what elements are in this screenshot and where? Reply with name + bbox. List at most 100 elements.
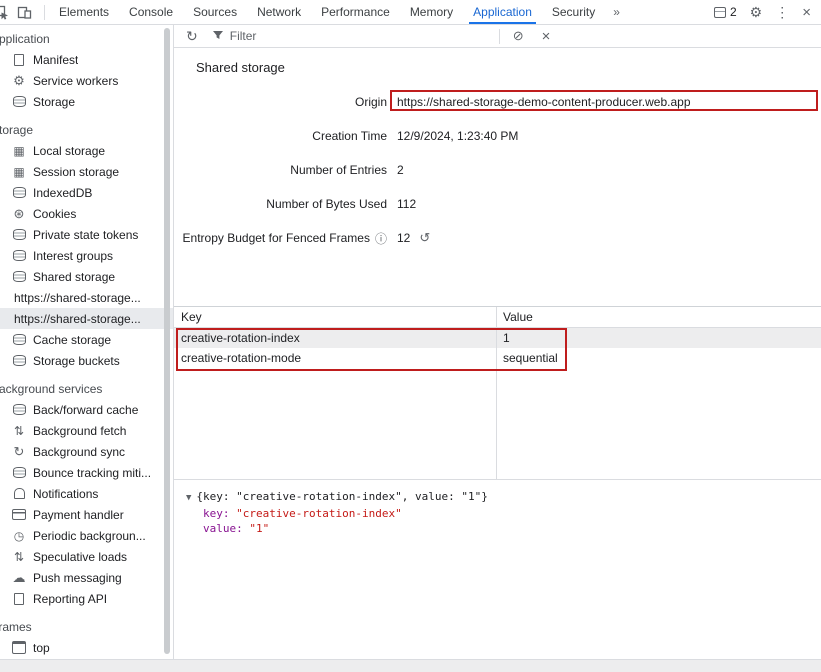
database-icon [12,187,26,198]
panel-title: Shared storage [196,60,285,75]
sidebar-item-background-sync[interactable]: ↻ Background sync [0,441,173,462]
cell-value: 1 [496,331,821,345]
bottom-scroll-strip [0,659,821,672]
column-header-key[interactable]: Key [174,310,496,324]
property-value: "1" [249,522,269,535]
sidebar-scrollbar[interactable] [164,28,170,654]
delete-all-icon[interactable]: ⊘ [513,28,524,44]
sidebar-item-interest-groups[interactable]: Interest groups [0,245,173,266]
sidebar-item-shared-storage-origin-1[interactable]: https://shared-storage... [0,287,173,308]
sidebar-item-cache-storage[interactable]: Cache storage [0,329,173,350]
console-messages-badge[interactable]: 2 [714,5,737,19]
service-workers-gear-icon: ⚙ [12,74,26,87]
sidebar-item-storage-buckets[interactable]: Storage buckets [0,350,173,371]
info-icon[interactable]: ⓘ [375,230,387,247]
sidebar-item-indexeddb[interactable]: IndexedDB [0,182,173,203]
sidebar-item-reporting-api[interactable]: Reporting API [0,588,173,609]
tab-label: Console [129,5,173,19]
refresh-icon[interactable]: ↻ [186,28,198,45]
item-label: https://shared-storage... [14,312,141,326]
item-label: https://shared-storage... [14,291,141,305]
item-label: Reporting API [33,592,107,606]
sidebar-item-payment-handler[interactable]: Payment handler [0,504,173,525]
field-label: Origin [355,95,387,109]
kebab-menu-icon[interactable]: ⋮ [775,4,789,21]
sidebar-item-periodic-background-sync[interactable]: ◷ Periodic backgroun... [0,525,173,546]
sidebar-item-shared-storage[interactable]: Shared storage [0,266,173,287]
device-toolbar-icon[interactable] [17,5,32,20]
sidebar-item-storage[interactable]: Storage [0,91,173,112]
filter-funnel-icon [212,29,224,44]
tab-console[interactable]: Console [119,0,183,24]
table-row[interactable]: creative-rotation-mode sequential [174,348,821,368]
field-row-origin: Origin https://shared-storage-demo-conte… [174,85,821,119]
tab-network[interactable]: Network [247,0,311,24]
field-label: Entropy Budget for Fenced Frames [183,231,370,245]
sidebar-item-notifications[interactable]: Notifications [0,483,173,504]
settings-gear-icon[interactable]: ⚙ [750,4,763,21]
tab-sources[interactable]: Sources [183,0,247,24]
sidebar-item-service-workers[interactable]: ⚙ Service workers [0,70,173,91]
item-label: Speculative loads [33,550,127,564]
tab-memory[interactable]: Memory [400,0,463,24]
property-name: value: [203,522,243,535]
sidebar-item-push-messaging[interactable]: ☁ Push messaging [0,567,173,588]
section-title-background-services: Background services [0,378,173,399]
database-icon [12,96,26,107]
filter-input[interactable] [230,29,495,43]
sidebar-item-cookies[interactable]: ⊛ Cookies [0,203,173,224]
sidebar-item-top-frame[interactable]: top [0,637,173,658]
sidebar-item-private-state-tokens[interactable]: Private state tokens [0,224,173,245]
disclosure-triangle-icon[interactable]: ▼ [186,493,191,503]
field-row-number-of-entries: Number of Entries 2 [174,153,821,187]
application-sidebar: Application Manifest ⚙ Service workers S… [0,25,174,659]
filter-box[interactable] [212,29,495,44]
table-row[interactable]: creative-rotation-index 1 [174,328,821,348]
metadata-fields: Origin https://shared-storage-demo-conte… [174,85,821,255]
field-label: Number of Bytes Used [266,197,387,211]
sidebar-item-shared-storage-origin-2-selected[interactable]: https://shared-storage... [0,308,173,329]
tabbar-left-icons [0,0,49,24]
item-label: Background sync [33,445,125,459]
tab-security[interactable]: Security [542,0,605,24]
item-label: Cache storage [33,333,111,347]
sidebar-item-local-storage[interactable]: ▦ Local storage [0,140,173,161]
column-header-value[interactable]: Value [496,310,821,324]
reset-budget-icon[interactable]: ↺ [419,230,430,246]
sidebar-item-session-storage[interactable]: ▦ Session storage [0,161,173,182]
table-header-row: Key Value [174,307,821,328]
column-divider[interactable] [496,307,497,479]
creation-time-value: 12/9/2024, 1:23:40 PM [397,129,518,143]
delete-selected-icon[interactable]: × [542,28,551,45]
section-title-application: Application [0,28,173,49]
close-devtools-icon[interactable]: × [802,4,811,21]
section-title-storage: Storage [0,119,173,140]
clock-icon: ◷ [12,530,26,542]
item-label: IndexedDB [33,186,92,200]
preview-pane: ▼{key: "creative-rotation-index", value:… [174,479,821,659]
section-storage: Storage ▦ Local storage ▦ Session storag… [0,119,173,371]
field-row-entropy-budget: Entropy Budget for Fenced Frames ⓘ 12 ↺ [174,221,821,255]
tab-application[interactable]: Application [463,0,542,24]
inspect-icon[interactable] [0,5,9,20]
database-icon [12,467,26,478]
bell-icon [12,488,26,499]
field-label: Creation Time [312,129,387,143]
database-icon [12,355,26,366]
item-label: Shared storage [33,270,115,284]
frame-icon [12,641,26,654]
tab-performance[interactable]: Performance [311,0,400,24]
item-label: Service workers [33,74,118,88]
section-application: Application Manifest ⚙ Service workers S… [0,28,173,112]
cell-value: sequential [496,351,821,365]
sidebar-item-speculative-loads[interactable]: ⇅ Speculative loads [0,546,173,567]
tab-elements[interactable]: Elements [49,0,119,24]
sidebar-item-back-forward-cache[interactable]: Back/forward cache [0,399,173,420]
sidebar-item-manifest[interactable]: Manifest [0,49,173,70]
section-background-services: Background services Back/forward cache ⇅… [0,378,173,609]
item-label: Local storage [33,144,105,158]
sidebar-item-bounce-tracking[interactable]: Bounce tracking miti... [0,462,173,483]
more-tabs-chevron-icon[interactable]: » [605,0,628,24]
sidebar-item-background-fetch[interactable]: ⇅ Background fetch [0,420,173,441]
shared-storage-panel: ↻ ⊘ × Shared storage Origin https://shar… [174,25,821,659]
